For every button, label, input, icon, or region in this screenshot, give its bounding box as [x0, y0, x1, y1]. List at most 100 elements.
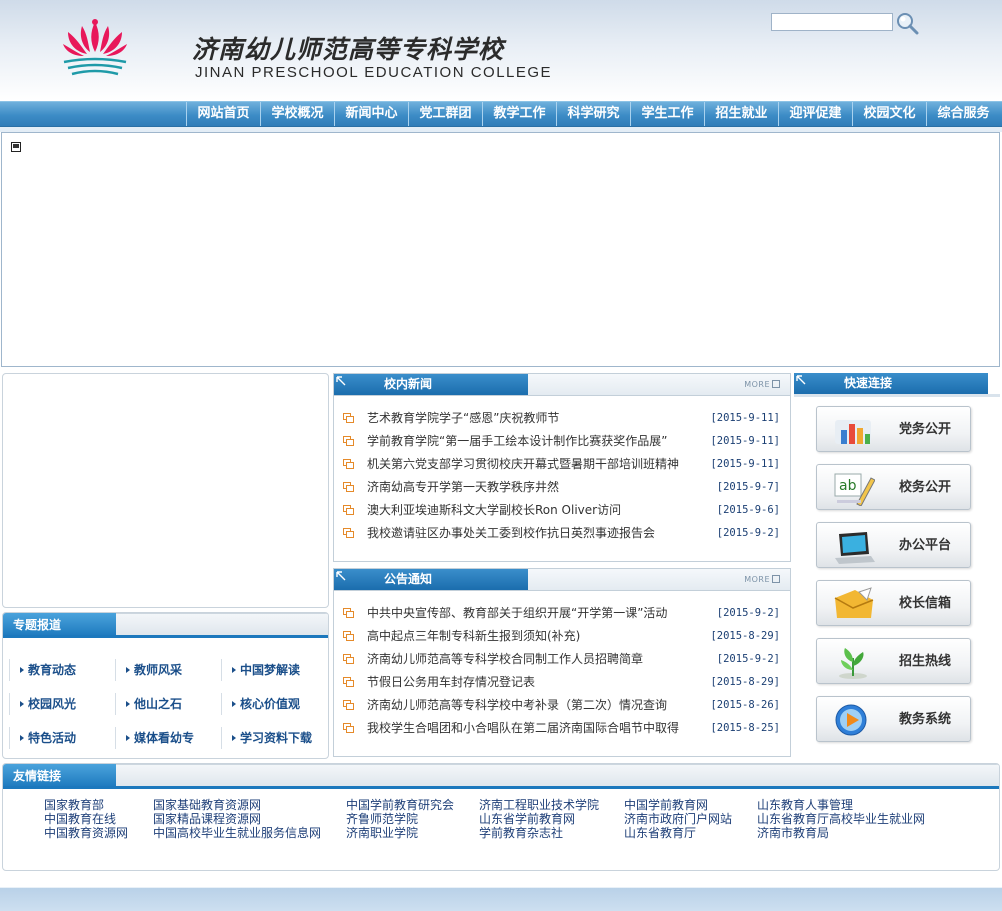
friend-link[interactable]: 山东省教育厅高校毕业生就业网 — [757, 812, 925, 826]
svg-text:ab: ab — [839, 478, 857, 494]
nav-item[interactable]: 党工群团 — [408, 102, 482, 126]
quick-links-title: 快速连接 — [794, 373, 988, 394]
nav-item[interactable]: 网站首页 — [186, 102, 260, 126]
quick-link-button[interactable]: 办公平台 — [816, 522, 971, 568]
news-bullet-icon — [343, 631, 354, 641]
news-item-title[interactable]: 澳大利亚埃迪斯科文大学副校长Ron Oliver访问 — [367, 499, 621, 522]
quick-link-button[interactable]: 校长信箱 — [816, 580, 971, 626]
special-report-link[interactable]: 核心价值观 — [221, 693, 327, 715]
special-report-link[interactable]: 学习资料下载 — [221, 727, 327, 749]
more-arrow-icon — [772, 379, 780, 388]
site-header: 济南幼儿师范高等专科学校 JINAN PRESCHOOL EDUCATION C… — [0, 0, 1002, 101]
notice-item-date: [2015-9-2] — [716, 607, 780, 619]
notice-item-title[interactable]: 济南幼儿师范高等专科学校合同制工作人员招聘简章 — [367, 648, 643, 671]
friend-link[interactable]: 国家基础教育资源网 — [153, 798, 321, 812]
school-news-title: 校内新闻 — [334, 374, 528, 395]
special-report-link[interactable]: 媒体看幼专 — [115, 727, 221, 749]
friend-link[interactable]: 济南市政府门户网站 — [624, 812, 732, 826]
friend-link[interactable]: 山东省教育厅 — [624, 826, 732, 840]
news-item[interactable]: 济南幼高专开学第一天教学秩序井然 [2015-9-7] — [334, 476, 790, 499]
friend-link[interactable]: 齐鲁师范学院 — [346, 812, 454, 826]
search-input[interactable] — [771, 13, 893, 31]
friend-link[interactable]: 济南市教育局 — [757, 826, 925, 840]
notice-panel: 公告通知 MORE 中共中央宣传部、教育部关于组织开展“开学第一课”活动 [201… — [333, 568, 791, 757]
notice-item-date: [2015-8-25] — [710, 722, 780, 734]
notice-item-title[interactable]: 济南幼儿师范高等专科学校中考补录（第二次）情况查询 — [367, 694, 667, 717]
special-report-link[interactable]: 教师风采 — [115, 659, 221, 681]
news-item-title[interactable]: 济南幼高专开学第一天教学秩序井然 — [367, 476, 559, 499]
notice-item[interactable]: 济南幼儿师范高等专科学校合同制工作人员招聘简章 [2015-9-2] — [334, 648, 790, 671]
notice-item-title[interactable]: 我校学生合唱团和小合唱队在第二届济南国际合唱节中取得 — [367, 717, 679, 740]
notice-item-date: [2015-8-29] — [710, 630, 780, 642]
news-bullet-icon — [343, 528, 354, 538]
nav-item[interactable]: 科学研究 — [556, 102, 630, 126]
notice-item-title[interactable]: 节假日公务用车封存情况登记表 — [367, 671, 535, 694]
notice-item[interactable]: 中共中央宣传部、教育部关于组织开展“开学第一课”活动 [2015-9-2] — [334, 602, 790, 625]
nav-item[interactable]: 招生就业 — [704, 102, 778, 126]
friend-link[interactable]: 中国学前教育研究会 — [346, 798, 454, 812]
notice-item[interactable]: 节假日公务用车封存情况登记表 [2015-8-29] — [334, 671, 790, 694]
friend-link[interactable]: 国家教育部 — [44, 798, 128, 812]
nav-item[interactable]: 新闻中心 — [334, 102, 408, 126]
nav-item[interactable]: 学生工作 — [630, 102, 704, 126]
school-news-panel: 校内新闻 MORE 艺术教育学院学子“感恩”庆祝教师节 [2015-9-11] 学前… — [333, 373, 791, 562]
special-report-link[interactable]: 他山之石 — [115, 693, 221, 715]
friend-link[interactable]: 山东教育人事管理 — [757, 798, 925, 812]
quick-links-header-bar — [794, 394, 1000, 397]
more-label: MORE — [744, 575, 770, 584]
special-row: 教育动态 教师风采 中国梦解读 — [9, 653, 327, 687]
quick-link-button[interactable]: ab 校务公开 — [816, 464, 971, 510]
nav-item[interactable]: 教学工作 — [482, 102, 556, 126]
notice-item[interactable]: 济南幼儿师范高等专科学校中考补录（第二次）情况查询 [2015-8-26] — [334, 694, 790, 717]
friend-link[interactable]: 山东省学前教育网 — [479, 812, 599, 826]
news-item-date: [2015-9-11] — [710, 412, 780, 424]
special-report-link[interactable]: 校园风光 — [9, 693, 115, 715]
notice-item[interactable]: 高中起点三年制专科新生报到须知(补充) [2015-8-29] — [334, 625, 790, 648]
search-icon[interactable] — [895, 11, 919, 35]
news-item[interactable]: 澳大利亚埃迪斯科文大学副校长Ron Oliver访问 [2015-9-6] — [334, 499, 790, 522]
nav-item[interactable]: 校园文化 — [852, 102, 926, 126]
friend-link[interactable]: 中国教育在线 — [44, 812, 128, 826]
news-bullet-icon — [343, 677, 354, 687]
friend-link[interactable]: 国家精品课程资源网 — [153, 812, 321, 826]
quick-link-button[interactable]: 教务系统 — [816, 696, 971, 742]
news-item-title[interactable]: 机关第六党支部学习贯彻校庆开幕式暨暑期干部培训班精神 — [367, 453, 679, 476]
friend-links-panel: 友情链接 国家教育部 中国教育在线 中国教育资源网 国家基础教育资源网 国家精品课程资源… — [2, 763, 1000, 871]
news-item-title[interactable]: 学前教育学院“第一届手工绘本设计制作比赛获奖作品展” — [367, 430, 667, 453]
nav-item[interactable]: 综合服务 — [926, 102, 1000, 126]
friend-links-column: 中国学前教育网 济南市政府门户网站 山东省教育厅 — [624, 798, 732, 840]
news-item-date: [2015-9-2] — [716, 527, 780, 539]
friend-link[interactable]: 中国高校毕业生就业服务信息网 — [153, 826, 321, 840]
special-report-link[interactable]: 教育动态 — [9, 659, 115, 681]
friend-link[interactable]: 学前教育杂志社 — [479, 826, 599, 840]
friend-link[interactable]: 济南工程职业技术学院 — [479, 798, 599, 812]
quick-link-label: 党务公开 — [899, 422, 952, 437]
special-report-link[interactable]: 中国梦解读 — [221, 659, 327, 681]
friend-link[interactable]: 中国学前教育网 — [624, 798, 732, 812]
news-item-title[interactable]: 我校邀请驻区办事处关工委到校作抗日英烈事迹报告会 — [367, 522, 655, 545]
news-item-title[interactable]: 艺术教育学院学子“感恩”庆祝教师节 — [367, 407, 559, 430]
news-bullet-icon — [343, 723, 354, 733]
broken-image-icon — [11, 142, 21, 152]
notice-item-title[interactable]: 中共中央宣传部、教育部关于组织开展“开学第一课”活动 — [367, 602, 667, 625]
school-news-more-link[interactable]: MORE — [744, 379, 780, 389]
friend-link[interactable]: 中国教育资源网 — [44, 826, 128, 840]
special-report-grid: 教育动态 教师风采 中国梦解读 校园风光 他山之石 核心价值观 特色活动 媒体看幼专 学习资料下… — [9, 653, 327, 755]
nav-item[interactable]: 迎评促建 — [778, 102, 852, 126]
nav-item[interactable]: 学校概况 — [260, 102, 334, 126]
news-item[interactable]: 机关第六党支部学习贯彻校庆开幕式暨暑期干部培训班精神 [2015-9-11] — [334, 453, 790, 476]
special-row: 校园风光 他山之石 核心价值观 — [9, 687, 327, 721]
notice-item[interactable]: 我校学生合唱团和小合唱队在第二届济南国际合唱节中取得 [2015-8-25] — [334, 717, 790, 740]
news-item[interactable]: 我校邀请驻区办事处关工委到校作抗日英烈事迹报告会 [2015-9-2] — [334, 522, 790, 545]
school-logo — [63, 19, 127, 76]
special-report-link[interactable]: 特色活动 — [9, 727, 115, 749]
news-bullet-icon — [343, 700, 354, 710]
quick-link-button[interactable]: 党务公开 — [816, 406, 971, 452]
news-item[interactable]: 艺术教育学院学子“感恩”庆祝教师节 [2015-9-11] — [334, 407, 790, 430]
friend-link[interactable]: 济南职业学院 — [346, 826, 454, 840]
notice-item-title[interactable]: 高中起点三年制专科新生报到须知(补充) — [367, 625, 580, 648]
notice-more-link[interactable]: MORE — [744, 574, 780, 584]
news-item[interactable]: 学前教育学院“第一届手工绘本设计制作比赛获奖作品展” [2015-9-11] — [334, 430, 790, 453]
school-name-en: JINAN PRESCHOOL EDUCATION COLLEGE — [195, 64, 553, 81]
quick-link-button[interactable]: 招生热线 — [816, 638, 971, 684]
